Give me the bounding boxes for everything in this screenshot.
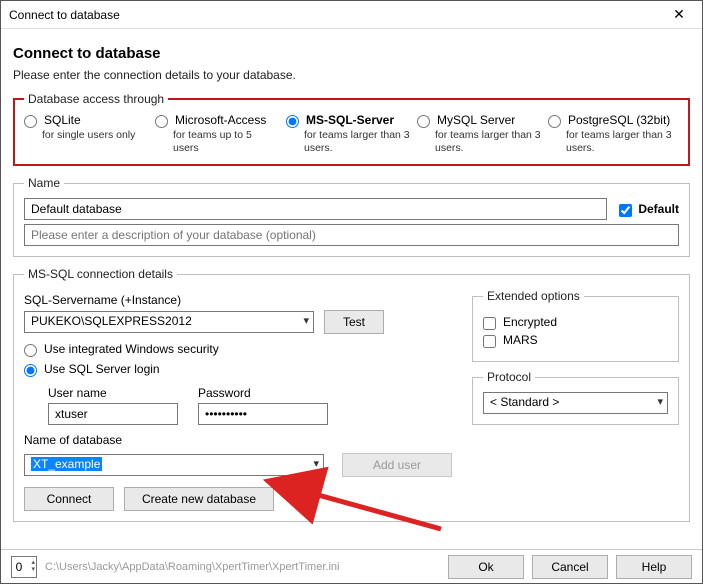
name-group: Name Default	[13, 176, 690, 257]
radio-postgres[interactable]	[548, 115, 561, 128]
protocol-combo[interactable]: < Standard >	[483, 392, 668, 414]
name-legend: Name	[24, 176, 64, 190]
radio-sqllogin[interactable]	[24, 364, 37, 377]
dbname-label: Name of database	[24, 433, 452, 447]
desc-mysql: for teams larger than 3 users.	[435, 129, 542, 155]
help-button[interactable]: Help	[616, 555, 692, 579]
protocol-legend: Protocol	[483, 370, 535, 384]
radio-sqllogin-label[interactable]: Use SQL Server login	[44, 362, 160, 376]
protocol-value: < Standard >	[490, 395, 559, 409]
default-checkbox[interactable]	[619, 204, 632, 217]
radio-sqlite-label[interactable]: SQLite	[44, 113, 81, 127]
footer-bar: 0 C:\Users\Jacky\AppData\Roaming\XpertTi…	[1, 549, 702, 583]
dbname-value: XT_example	[31, 457, 102, 471]
username-input[interactable]	[48, 403, 178, 425]
radio-postgres-label[interactable]: PostgreSQL (32bit)	[568, 113, 670, 127]
title-bar: Connect to database ✕	[1, 1, 702, 29]
mars-label: MARS	[503, 333, 538, 347]
encrypted-label: Encrypted	[503, 315, 557, 329]
radio-mysql[interactable]	[417, 115, 430, 128]
index-value: 0	[16, 560, 23, 574]
index-spinner[interactable]: 0	[11, 556, 37, 578]
window-title: Connect to database	[9, 8, 120, 22]
server-combo[interactable]: PUKEKO\SQLEXPRESS2012	[24, 311, 314, 333]
close-icon[interactable]: ✕	[664, 6, 694, 23]
config-path: C:\Users\Jacky\AppData\Roaming\XpertTime…	[45, 561, 440, 573]
radio-mssql[interactable]	[286, 115, 299, 128]
default-label: Default	[638, 202, 679, 216]
radio-integrated-label[interactable]: Use integrated Windows security	[44, 342, 219, 356]
connect-button[interactable]: Connect	[24, 487, 114, 511]
radio-mysql-label[interactable]: MySQL Server	[437, 113, 515, 127]
adduser-button[interactable]: Add user	[342, 453, 452, 477]
username-label: User name	[48, 386, 178, 400]
radio-access-label[interactable]: Microsoft-Access	[175, 113, 266, 127]
desc-sqlite: for single users only	[42, 129, 149, 142]
ok-button[interactable]: Ok	[448, 555, 524, 579]
encrypted-checkbox[interactable]	[483, 317, 496, 330]
description-input[interactable]	[24, 224, 679, 246]
mssql-legend: MS-SQL connection details	[24, 267, 177, 281]
page-subtitle: Please enter the connection details to y…	[13, 68, 690, 82]
extended-legend: Extended options	[483, 289, 584, 303]
password-label: Password	[198, 386, 328, 400]
radio-access[interactable]	[155, 115, 168, 128]
dbaccess-group: Database access through SQLite for singl…	[13, 92, 690, 166]
radio-mssql-label[interactable]: MS-SQL-Server	[306, 113, 394, 127]
radio-sqlite[interactable]	[24, 115, 37, 128]
extended-group: Extended options Encrypted MARS	[472, 289, 679, 362]
server-label: SQL-Servername (+Instance)	[24, 293, 452, 307]
mars-checkbox[interactable]	[483, 335, 496, 348]
dbname-combo[interactable]: XT_example	[24, 454, 324, 476]
password-input[interactable]	[198, 403, 328, 425]
test-button[interactable]: Test	[324, 310, 384, 334]
name-input[interactable]	[24, 198, 607, 220]
mssql-group: MS-SQL connection details SQL-Servername…	[13, 267, 690, 522]
cancel-button[interactable]: Cancel	[532, 555, 608, 579]
protocol-group: Protocol < Standard >	[472, 370, 679, 425]
radio-integrated[interactable]	[24, 344, 37, 357]
page-heading: Connect to database	[13, 45, 690, 62]
desc-mssql: for teams larger than 3 users.	[304, 129, 411, 155]
server-value: PUKEKO\SQLEXPRESS2012	[31, 314, 192, 328]
dbaccess-legend: Database access through	[24, 92, 168, 106]
desc-access: for teams up to 5 users	[173, 129, 280, 155]
desc-postgres: for teams larger than 3 users.	[566, 129, 673, 155]
createdb-button[interactable]: Create new database	[124, 487, 274, 511]
